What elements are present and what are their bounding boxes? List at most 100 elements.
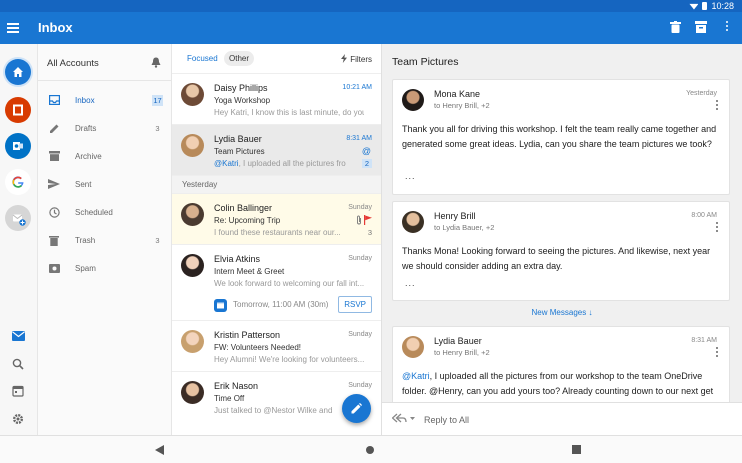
avatar <box>402 211 424 233</box>
calendar-icon[interactable] <box>10 383 26 399</box>
message-preview: I found these restaurants near our... <box>214 228 341 237</box>
preview-text: , I uploaded all the pictures fro <box>238 159 346 168</box>
recipients[interactable]: to Henry Brill, +2 <box>434 348 490 357</box>
calendar-event-icon <box>214 299 227 312</box>
message-time: 10:21 AM <box>342 84 372 91</box>
more-options-icon[interactable] <box>716 222 719 233</box>
folder-label: Spam <box>75 263 96 273</box>
folder-spam[interactable]: Spam <box>38 258 172 278</box>
sender-name: Mona Kane <box>434 89 481 99</box>
thread-count: 2 <box>361 159 372 168</box>
reply-all-icon[interactable] <box>391 413 416 426</box>
reply-bar: Reply to All <box>382 402 742 435</box>
message-subject: Yoga Workshop <box>214 96 271 105</box>
mention-text[interactable]: @Katri <box>402 371 430 381</box>
recipients[interactable]: to Henry Brill, +2 <box>434 101 490 110</box>
account-selector[interactable]: All Accounts <box>47 58 99 69</box>
compose-button[interactable] <box>342 394 371 423</box>
sender-name: Kristin Patterson <box>214 330 281 340</box>
avatar <box>181 203 204 226</box>
message-body: Thank you all for driving this workshop.… <box>402 124 717 149</box>
message-time: 8:00 AM <box>691 212 717 219</box>
list-item[interactable]: Kristin Patterson Sunday FW: Volunteers … <box>172 321 381 372</box>
google-icon[interactable] <box>5 169 31 195</box>
event-time: Tomorrow, 11:00 AM (30m) <box>233 300 329 309</box>
recents-icon[interactable] <box>572 445 581 456</box>
home-nav-icon[interactable] <box>365 445 375 457</box>
more-options-icon[interactable] <box>716 347 719 358</box>
avatar <box>181 330 204 353</box>
recipients[interactable]: to Lydia Bauer, +2 <box>434 223 494 232</box>
message-subject: Time Off <box>214 394 245 403</box>
divider <box>38 80 172 81</box>
conversation-title: Team Pictures <box>392 56 459 68</box>
folder-label: Scheduled <box>75 207 113 217</box>
archive-action-icon[interactable] <box>694 20 708 34</box>
new-messages-link[interactable]: New Messages ↓ <box>382 308 742 317</box>
message-time: Sunday <box>348 331 372 338</box>
folder-archive[interactable]: Archive <box>38 146 172 166</box>
thread-count: 3 <box>367 228 372 237</box>
folder-sent[interactable]: Sent <box>38 174 172 194</box>
filters-label: Filters <box>350 55 372 64</box>
bell-icon[interactable] <box>151 57 161 70</box>
outlook-icon[interactable] <box>5 133 31 159</box>
message-card: Mona Kane to Henry Brill, +2 Yesterday T… <box>392 79 730 195</box>
avatar <box>181 83 204 106</box>
drafts-icon <box>48 122 60 134</box>
add-account-icon[interactable] <box>5 205 31 231</box>
folder-count <box>152 207 163 218</box>
search-icon[interactable] <box>10 356 26 372</box>
back-icon[interactable] <box>155 445 164 457</box>
spam-icon <box>48 262 60 274</box>
folder-count <box>152 179 163 190</box>
folder-scheduled[interactable]: Scheduled <box>38 202 172 222</box>
trash-icon <box>48 234 60 246</box>
sender-name: Elvia Atkins <box>214 254 261 264</box>
message-preview: @Katri, I uploaded all the pictures fro <box>214 159 364 168</box>
list-item[interactable]: Daisy Phillips 10:21 AM Yoga Workshop He… <box>172 74 381 125</box>
folder-label: Sent <box>75 179 92 189</box>
home-icon[interactable] <box>5 59 31 85</box>
avatar <box>402 89 424 111</box>
avatar <box>181 254 204 277</box>
show-quoted-text[interactable]: ... <box>405 171 416 181</box>
folder-label: Drafts <box>75 123 97 133</box>
list-item-selected[interactable]: Lydia Bauer 8:31 AM Team Pictures @ @Kat… <box>172 125 381 176</box>
more-options-icon[interactable] <box>716 100 719 111</box>
list-item[interactable]: Colin Ballinger Sunday Re: Upcoming Trip… <box>172 194 381 245</box>
folder-count <box>152 263 163 274</box>
message-list: Focused Other Filters Daisy Phillips 10:… <box>172 44 382 435</box>
message-time: Yesterday <box>686 90 717 97</box>
wifi-icon <box>689 3 699 10</box>
show-quoted-text[interactable]: ... <box>405 278 416 288</box>
folder-pane: All Accounts Inbox 17 Drafts 3 Archive S… <box>38 44 172 435</box>
reply-all-input[interactable]: Reply to All <box>424 415 469 425</box>
more-options-icon[interactable] <box>720 20 734 34</box>
sender-name: Colin Ballinger <box>214 203 273 213</box>
menu-icon[interactable] <box>7 23 19 33</box>
folder-drafts[interactable]: Drafts 3 <box>38 118 172 138</box>
sent-icon <box>48 178 60 190</box>
page-title: Inbox <box>38 20 73 35</box>
tab-focused[interactable]: Focused <box>187 54 218 63</box>
settings-icon[interactable] <box>10 411 26 427</box>
list-header: Focused Other Filters <box>172 44 381 74</box>
mail-icon[interactable] <box>10 328 26 344</box>
folder-trash[interactable]: Trash 3 <box>38 230 172 250</box>
list-item[interactable]: Elvia Atkins Sunday Intern Meet & Greet … <box>172 245 381 321</box>
scheduled-icon <box>48 206 60 218</box>
folder-inbox[interactable]: Inbox 17 <box>38 90 172 110</box>
message-preview: Hey Alumni! We're looking for volunteers… <box>214 355 364 364</box>
office-icon[interactable] <box>5 97 31 123</box>
avatar <box>181 134 204 157</box>
system-nav-bar <box>0 435 742 463</box>
flag-icon[interactable] <box>364 215 372 227</box>
delete-icon[interactable] <box>668 20 682 34</box>
rsvp-button[interactable]: RSVP <box>338 296 372 313</box>
tab-other[interactable]: Other <box>224 51 255 66</box>
avatar <box>402 336 424 358</box>
filters-button[interactable]: Filters <box>341 54 372 64</box>
message-card: Henry Brill to Lydia Bauer, +2 8:00 AM T… <box>392 201 730 301</box>
sender-name: Lydia Bauer <box>214 134 262 144</box>
